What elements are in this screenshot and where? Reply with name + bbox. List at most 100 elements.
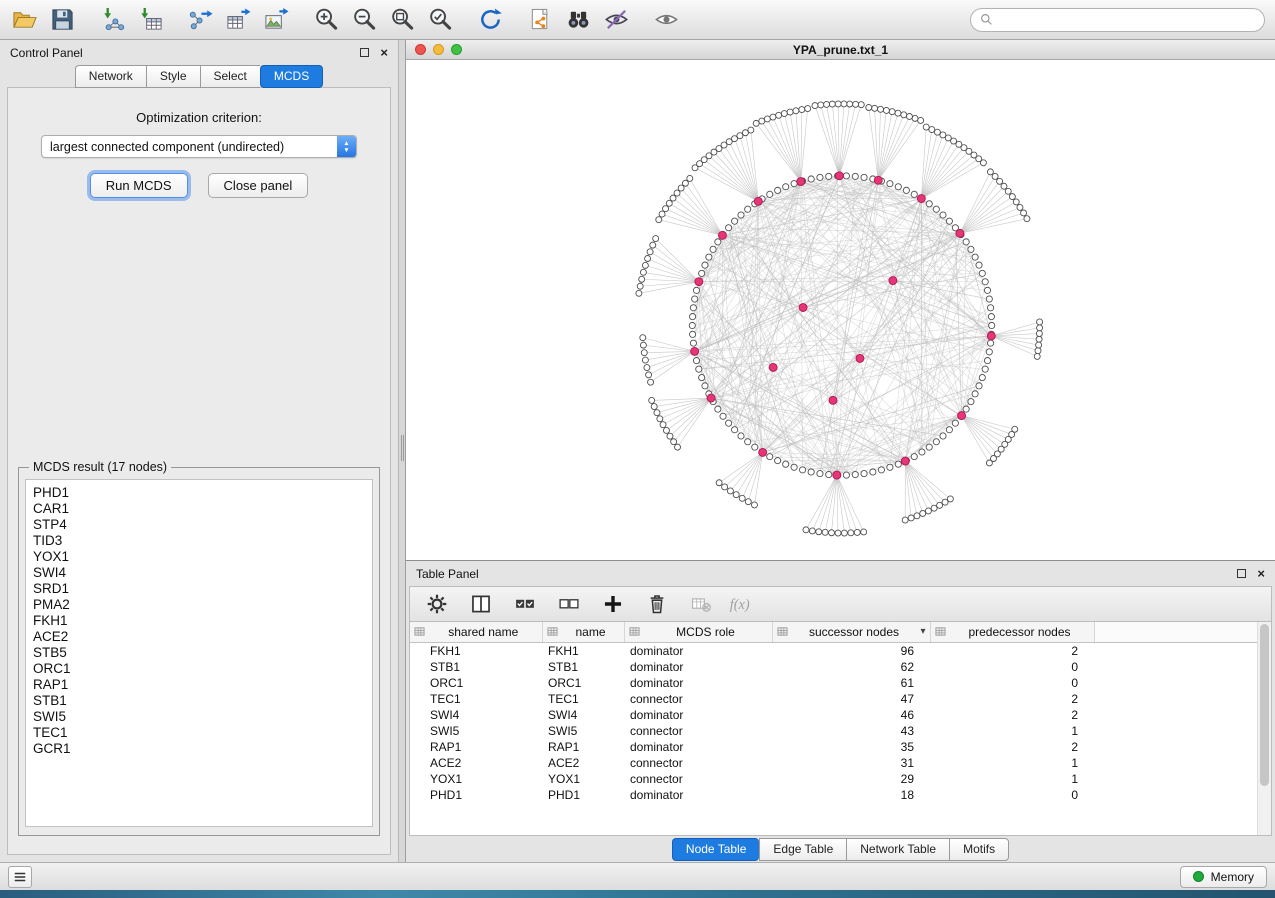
- mcds-result-node[interactable]: CAR1: [33, 501, 365, 517]
- zoom-selected-button[interactable]: [426, 6, 454, 34]
- float-panel-icon[interactable]: [360, 48, 369, 57]
- mcds-result-node[interactable]: TEC1: [33, 725, 365, 741]
- cell-name[interactable]: FKH1: [542, 642, 624, 659]
- tab-style[interactable]: Style: [146, 65, 200, 88]
- cell-mcds-role[interactable]: connector: [624, 755, 772, 771]
- table-row[interactable]: SWI5SWI5connector431: [410, 723, 1257, 739]
- cell-mcds-role[interactable]: dominator: [624, 707, 772, 723]
- cell-successor-nodes[interactable]: 29: [772, 771, 930, 787]
- tab-mcds[interactable]: MCDS: [260, 65, 323, 88]
- cell-shared-name[interactable]: SWI4: [410, 707, 542, 723]
- cell-mcds-role[interactable]: dominator: [624, 787, 772, 803]
- table-row[interactable]: PHD1PHD1dominator180: [410, 787, 1257, 803]
- table-row[interactable]: RAP1RAP1dominator352: [410, 739, 1257, 755]
- import-table-button[interactable]: [136, 6, 164, 34]
- save-button[interactable]: [48, 6, 76, 34]
- memory-button[interactable]: Memory: [1180, 866, 1267, 888]
- cell-shared-name[interactable]: PHD1: [410, 787, 542, 803]
- table-scrollbar-thumb[interactable]: [1260, 624, 1269, 786]
- cell-mcds-role[interactable]: dominator: [624, 675, 772, 691]
- table-row[interactable]: YOX1YOX1connector291: [410, 771, 1257, 787]
- cell-successor-nodes[interactable]: 46: [772, 707, 930, 723]
- cell-successor-nodes[interactable]: 96: [772, 642, 930, 659]
- close-mcds-panel-button[interactable]: Close panel: [208, 173, 309, 198]
- cell-shared-name[interactable]: FKH1: [410, 642, 542, 659]
- zoom-in-button[interactable]: [312, 6, 340, 34]
- cell-predecessor-nodes[interactable]: 0: [930, 675, 1094, 691]
- cell-successor-nodes[interactable]: 43: [772, 723, 930, 739]
- eye-button[interactable]: [652, 6, 680, 34]
- export-network-button[interactable]: [186, 6, 214, 34]
- criterion-dropdown[interactable]: largest connected component (undirected)…: [41, 135, 357, 158]
- close-window-icon[interactable]: [415, 44, 426, 55]
- column-header-predecessor-nodes[interactable]: predecessor nodes: [930, 622, 1094, 642]
- mcds-result-node[interactable]: PHD1: [33, 485, 365, 501]
- trash-button[interactable]: [644, 591, 670, 617]
- mcds-result-node[interactable]: TID3: [33, 533, 365, 549]
- mcds-result-node[interactable]: ORC1: [33, 661, 365, 677]
- cell-predecessor-nodes[interactable]: 2: [930, 739, 1094, 755]
- share-document-button[interactable]: [526, 6, 554, 34]
- unselect-all-button[interactable]: [556, 591, 582, 617]
- cell-successor-nodes[interactable]: 18: [772, 787, 930, 803]
- cell-name[interactable]: TEC1: [542, 691, 624, 707]
- cell-name[interactable]: SWI5: [542, 723, 624, 739]
- maximize-window-icon[interactable]: [451, 44, 462, 55]
- table-row[interactable]: STB1STB1dominator620: [410, 659, 1257, 675]
- zoom-fit-button[interactable]: [388, 6, 416, 34]
- cell-name[interactable]: ACE2: [542, 755, 624, 771]
- mcds-result-node[interactable]: SWI5: [33, 709, 365, 725]
- network-canvas[interactable]: [406, 60, 1275, 560]
- mcds-result-node[interactable]: YOX1: [33, 549, 365, 565]
- cell-name[interactable]: STB1: [542, 659, 624, 675]
- cell-mcds-role[interactable]: connector: [624, 723, 772, 739]
- gear-button[interactable]: [424, 591, 450, 617]
- cell-mcds-role[interactable]: connector: [624, 771, 772, 787]
- table-row[interactable]: TEC1TEC1connector472: [410, 691, 1257, 707]
- cell-successor-nodes[interactable]: 62: [772, 659, 930, 675]
- table-row[interactable]: ORC1ORC1dominator610: [410, 675, 1257, 691]
- search-input[interactable]: [999, 13, 1255, 27]
- cell-successor-nodes[interactable]: 61: [772, 675, 930, 691]
- cell-name[interactable]: SWI4: [542, 707, 624, 723]
- float-table-panel-icon[interactable]: [1237, 569, 1246, 578]
- mcds-result-node[interactable]: GCR1: [33, 741, 365, 757]
- toggle-panels-button[interactable]: [8, 866, 32, 888]
- import-network-button[interactable]: [98, 6, 126, 34]
- cell-predecessor-nodes[interactable]: 2: [930, 691, 1094, 707]
- mcds-result-node[interactable]: STB1: [33, 693, 365, 709]
- minimize-window-icon[interactable]: [433, 44, 444, 55]
- mcds-result-node[interactable]: STB5: [33, 645, 365, 661]
- column-header-name[interactable]: name: [542, 622, 624, 642]
- cell-mcds-role[interactable]: dominator: [624, 739, 772, 755]
- tab-select[interactable]: Select: [200, 65, 260, 88]
- export-image-button[interactable]: [262, 6, 290, 34]
- chevron-down-icon[interactable]: ▾: [920, 626, 925, 637]
- tab-network-table[interactable]: Network Table: [846, 838, 949, 861]
- cell-predecessor-nodes[interactable]: 1: [930, 723, 1094, 739]
- mcds-result-node[interactable]: SWI4: [33, 565, 365, 581]
- table-scrollbar[interactable]: [1257, 622, 1271, 835]
- column-header-successor-nodes[interactable]: successor nodes▾: [772, 622, 930, 642]
- refresh-button[interactable]: [476, 6, 504, 34]
- column-header-mcds-role[interactable]: MCDS role: [624, 622, 772, 642]
- cell-mcds-role[interactable]: connector: [624, 691, 772, 707]
- cell-shared-name[interactable]: ORC1: [410, 675, 542, 691]
- cell-name[interactable]: YOX1: [542, 771, 624, 787]
- cell-shared-name[interactable]: STB1: [410, 659, 542, 675]
- columns-button[interactable]: [468, 591, 494, 617]
- cell-predecessor-nodes[interactable]: 1: [930, 771, 1094, 787]
- zoom-out-button[interactable]: [350, 6, 378, 34]
- table-row[interactable]: FKH1FKH1dominator962: [410, 642, 1257, 659]
- cell-mcds-role[interactable]: dominator: [624, 642, 772, 659]
- cell-shared-name[interactable]: ACE2: [410, 755, 542, 771]
- cell-successor-nodes[interactable]: 31: [772, 755, 930, 771]
- cell-predecessor-nodes[interactable]: 0: [930, 787, 1094, 803]
- tab-node-table[interactable]: Node Table: [672, 838, 760, 861]
- cell-mcds-role[interactable]: dominator: [624, 659, 772, 675]
- table-row[interactable]: SWI4SWI4dominator462: [410, 707, 1257, 723]
- export-table-button[interactable]: [224, 6, 252, 34]
- cell-name[interactable]: PHD1: [542, 787, 624, 803]
- tab-edge-table[interactable]: Edge Table: [759, 838, 846, 861]
- tab-motifs[interactable]: Motifs: [949, 838, 1009, 861]
